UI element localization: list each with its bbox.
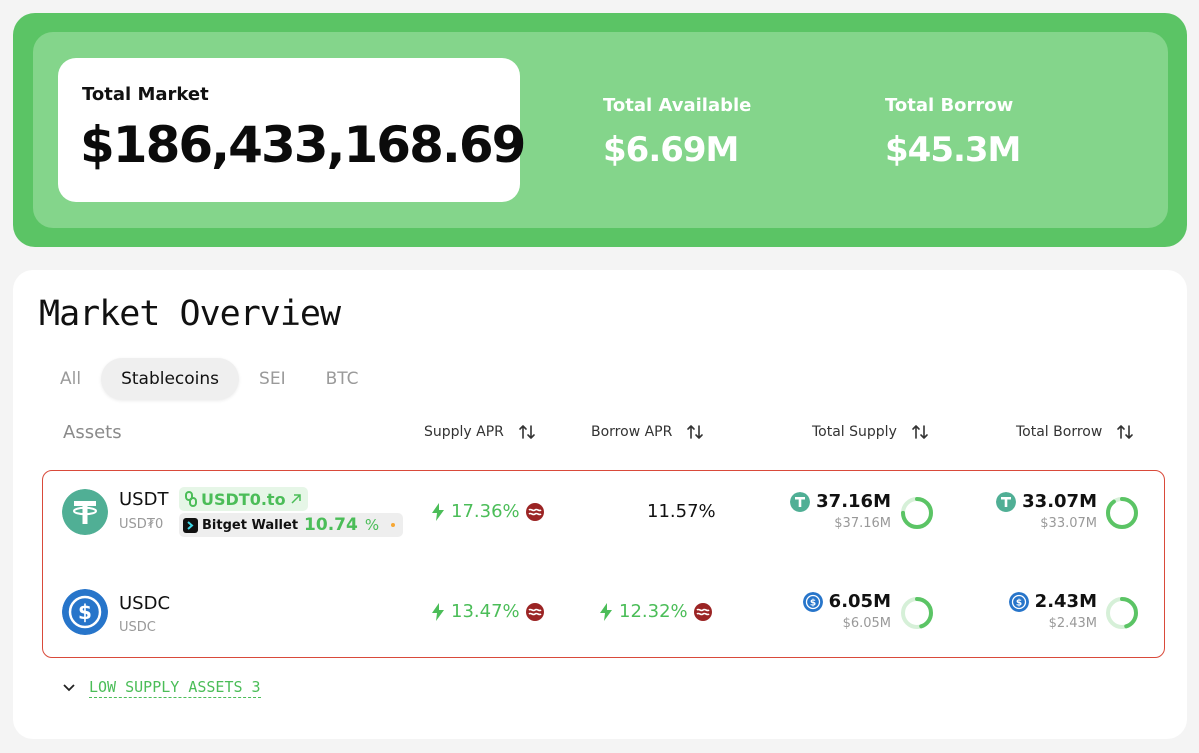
bitget-wallet-badge[interactable]: Bitget Wallet 10.74 % [179,513,404,537]
supply-utilization-ring [901,497,933,529]
usdc-icon: $ [1008,591,1029,612]
column-header-assets-label: Assets [63,422,122,443]
reward-token-icon [693,602,712,621]
total-supply: $ 6.05M $6.05M [749,591,891,631]
total-borrow-value: $45.3M [885,130,1021,170]
svg-text:$: $ [78,600,92,624]
column-header-supply-apr-label: Supply APR [424,424,504,440]
column-header-total-supply-label: Total Supply [812,424,897,440]
svg-text:$: $ [810,598,816,608]
svg-text:$: $ [1016,598,1022,608]
link-icon [185,491,197,507]
asset-symbol: USDC [119,593,171,614]
column-header-total-supply[interactable]: Total Supply [812,423,929,441]
usdt0-link[interactable]: USDT0.to [179,487,308,511]
supply-apr: 13.47% [431,601,544,622]
supply-apr-value: 13.47% [451,601,520,622]
total-borrow-label: Total Borrow [885,95,1014,116]
total-supply-usd: $37.16M [834,516,891,531]
tether-icon [790,491,811,512]
total-available-label: Total Available [603,95,752,116]
total-borrow-stat: Total Borrow $45.3M [885,95,1021,170]
total-market-card: Total Market $186,433,168.69 [58,58,526,202]
total-available-stat: Total Available $6.69M [603,95,751,170]
bitget-wallet-label: Bitget Wallet [202,517,299,533]
total-borrow-usd: $33.07M [1040,516,1097,531]
page-title: Market Overview [39,294,341,334]
borrow-utilization-ring [1106,597,1138,629]
tab-sei[interactable]: SEI [239,358,306,400]
usdt0-link-label: USDT0.to [201,489,286,509]
borrow-utilization-ring [1106,497,1138,529]
column-header-borrow-apr[interactable]: Borrow APR [591,423,704,441]
table-row-usdt[interactable]: USDT USD₮0 USDT0.to Bitget Wallet 10.74 … [43,471,1164,563]
bitget-apr-value: 10.74 [304,515,358,535]
total-market-label: Total Market [82,84,209,105]
reward-token-icon [525,602,544,621]
total-borrow-value: 33.07M [1022,491,1097,512]
asset-symbol: USDT [119,489,169,510]
borrow-apr: 11.57% [647,501,716,522]
total-market-value: $186,433,168.69 [80,116,526,174]
low-supply-assets-toggle[interactable]: LOW SUPPLY ASSETS 3 [63,678,261,698]
total-supply-usd: $6.05M [842,616,891,631]
total-borrow: $ 2.43M $2.43M [955,591,1097,631]
bitget-logo-icon [183,517,198,533]
chevron-down-icon [63,684,75,692]
market-summary-inner: Total Market $186,433,168.69 Total Avail… [33,32,1168,228]
total-borrow-usd: $2.43M [1048,616,1097,631]
sort-icon[interactable] [518,423,536,441]
tab-stablecoins[interactable]: Stablecoins [101,358,240,400]
borrow-apr-value: 11.57% [647,501,716,522]
tab-all[interactable]: All [46,358,101,400]
tether-icon [62,489,108,535]
supply-utilization-ring [901,597,933,629]
status-dot [391,523,396,527]
sort-icon[interactable] [911,423,929,441]
supply-apr: 17.36% [431,501,544,522]
market-summary-banner: Total Market $186,433,168.69 Total Avail… [13,13,1187,247]
total-supply-value: 37.16M [816,491,891,512]
total-available-value: $6.69M [603,130,739,170]
total-borrow: 33.07M $33.07M [955,491,1097,531]
column-header-borrow-apr-label: Borrow APR [591,424,673,440]
sort-icon[interactable] [1116,423,1134,441]
low-supply-assets-label: LOW SUPPLY ASSETS 3 [89,678,261,698]
total-borrow-value: 2.43M [1034,591,1097,612]
column-header-total-borrow[interactable]: Total Borrow [1016,423,1134,441]
category-tabs: All Stablecoins SEI BTC [46,358,379,400]
total-supply: 37.16M $37.16M [749,491,891,531]
tab-btc[interactable]: BTC [306,358,379,400]
asset-table: USDT USD₮0 USDT0.to Bitget Wallet 10.74 … [42,470,1165,658]
usdc-icon: $ [802,591,823,612]
usdc-icon: $ [62,589,108,635]
supply-apr-value: 17.36% [451,501,520,522]
column-header-total-borrow-label: Total Borrow [1016,424,1103,440]
table-row-usdc[interactable]: $ USDC USDC 13.47% 12.32% $ 6.05M $6.05M [43,567,1164,659]
asset-subname: USD₮0 [119,517,164,532]
asset-subname: USDC [119,620,156,635]
tether-icon [996,491,1017,512]
total-supply-value: 6.05M [828,591,891,612]
market-overview-card: Market Overview All Stablecoins SEI BTC … [13,270,1187,739]
bolt-icon [432,502,444,521]
sort-icon[interactable] [686,423,704,441]
external-arrow-icon [291,494,301,504]
borrow-apr-value: 12.32% [619,601,688,622]
column-header-supply-apr[interactable]: Supply APR [424,423,536,441]
borrow-apr: 12.32% [599,601,712,622]
bolt-icon [432,602,444,621]
bolt-icon [600,602,612,621]
bitget-apr-unit: % [364,516,380,534]
column-header-assets: Assets [63,422,122,443]
reward-token-icon [525,502,544,521]
